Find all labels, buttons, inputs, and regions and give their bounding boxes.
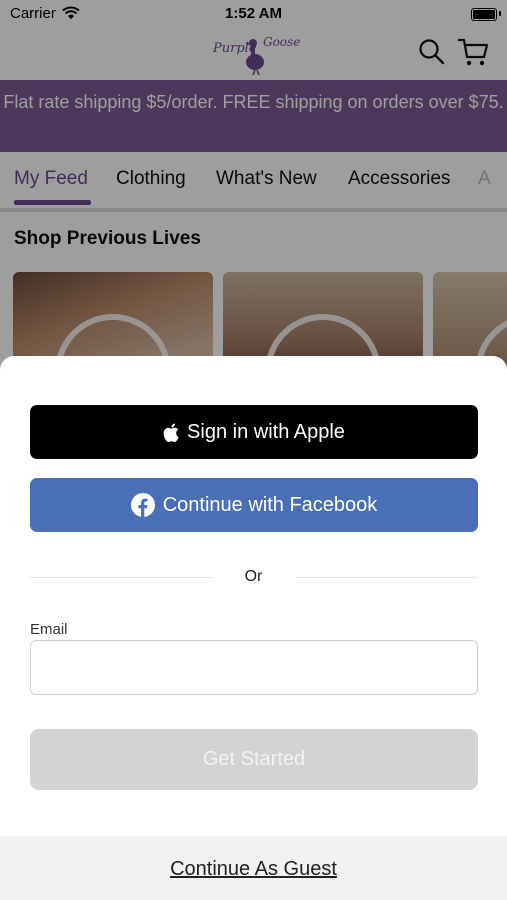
email-field[interactable] bbox=[30, 640, 478, 695]
or-label: Or bbox=[244, 568, 263, 585]
login-sheet: Sign in with Apple Continue with Faceboo… bbox=[0, 356, 507, 900]
guest-footer: Continue As Guest bbox=[0, 836, 507, 900]
facebook-button-label: Continue with Facebook bbox=[162, 493, 378, 516]
facebook-icon bbox=[130, 493, 155, 517]
email-label: Email bbox=[30, 621, 68, 638]
apple-icon bbox=[163, 423, 179, 442]
continue-as-guest-link[interactable]: Continue As Guest bbox=[0, 858, 507, 881]
apple-button-label: Sign in with Apple bbox=[187, 420, 345, 443]
get-started-button[interactable]: Get Started bbox=[30, 729, 478, 790]
sign-in-with-apple-button[interactable]: Sign in with Apple bbox=[30, 405, 478, 459]
get-started-label: Get Started bbox=[202, 748, 306, 770]
continue-with-facebook-button[interactable]: Continue with Facebook bbox=[30, 478, 478, 532]
